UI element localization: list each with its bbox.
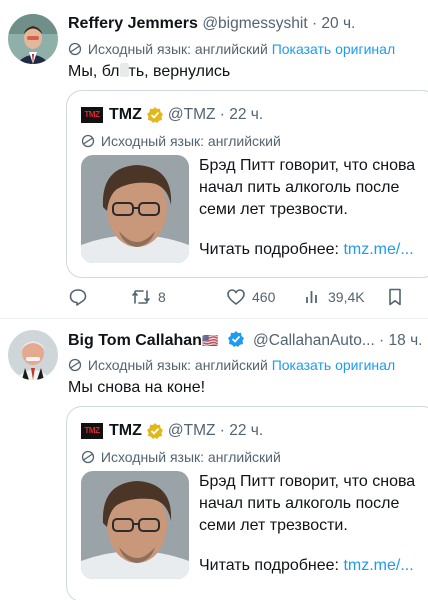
tweet-text: Мы, бл ть, вернулись: [68, 62, 230, 82]
views-count: 39,4K: [328, 289, 365, 305]
quote-translation-notice: Исходный язык: английский: [81, 133, 281, 149]
article-thumbnail[interactable]: [81, 471, 189, 579]
like-count: 460: [252, 289, 276, 305]
views-icon: [306, 291, 317, 303]
author-name[interactable]: Big Tom Callahan: [68, 332, 202, 349]
translation-notice: Исходный язык: английский Показать ориги…: [68, 356, 395, 374]
tweet-header: Reffery Jemmers @bigmessyshit · 20 ч.: [68, 14, 355, 34]
verified-badge-icon: [146, 423, 163, 439]
quote-translation-notice: Исходный язык: английский: [81, 449, 281, 465]
tweet[interactable]: Big Tom Callahan🇺🇸 @CallahanAuto... · 18…: [0, 318, 428, 600]
bookmark-icon: [389, 288, 401, 306]
quote-line: начал пить алкоголь после: [199, 495, 400, 512]
read-more: Читать подробнее: tmz.me/...: [199, 557, 414, 575]
tweet-text-start: Мы, бл: [68, 63, 120, 80]
translation-notice: Исходный язык: английский Показать ориги…: [68, 40, 395, 58]
tmz-logo: TMZ: [81, 423, 103, 439]
us-flag-icon: 🇺🇸: [201, 333, 219, 348]
globe-icon: [68, 42, 82, 56]
retweet-count: 8: [158, 289, 166, 305]
article-thumbnail[interactable]: [81, 155, 189, 263]
read-more-link[interactable]: tmz.me/...: [343, 557, 413, 574]
read-more: Читать подробнее: tmz.me/...: [199, 241, 414, 259]
tweet-text-end: ть, вернулись: [128, 63, 231, 80]
quote-author-name[interactable]: TMZ: [109, 421, 142, 441]
views-button[interactable]: 39,4K: [304, 286, 365, 308]
verified-badge-icon: [146, 107, 163, 123]
quote-text: Брэд Питт говорит, что снова начал пить …: [199, 155, 415, 221]
quote-header: TMZ TMZ @TMZ · 22 ч.: [81, 105, 263, 125]
tweet-actions: 8 460 39,4K: [68, 286, 408, 308]
read-more-label: Читать подробнее:: [199, 241, 339, 258]
heart-icon: [227, 289, 245, 305]
globe-icon: [68, 358, 82, 372]
tweet[interactable]: Reffery Jemmers @bigmessyshit · 20 ч. Ис…: [0, 0, 428, 318]
translation-label: Исходный язык: английский: [87, 41, 268, 57]
censor-mark: [119, 63, 129, 77]
translation-label: Исходный язык: английский: [87, 357, 268, 373]
author-handle-time[interactable]: @bigmessyshit · 20 ч.: [202, 15, 355, 32]
show-original-link[interactable]: Показать оригинал: [272, 357, 395, 373]
author-name[interactable]: Reffery Jemmers: [68, 15, 198, 32]
quote-handle-time[interactable]: @TMZ · 22 ч.: [168, 105, 263, 125]
retweet-icon: [132, 290, 150, 304]
verified-badge-icon: [227, 331, 244, 347]
tweet-header: Big Tom Callahan🇺🇸 @CallahanAuto... · 18…: [68, 330, 422, 351]
reply-icon: [69, 289, 87, 306]
retweet-button[interactable]: 8: [130, 286, 166, 308]
quote-header: TMZ TMZ @TMZ · 22 ч.: [81, 421, 263, 441]
read-more-link[interactable]: tmz.me/...: [343, 241, 413, 258]
reply-button[interactable]: [68, 286, 88, 308]
quote-author-name[interactable]: TMZ: [109, 105, 142, 125]
show-original-link[interactable]: Показать оригинал: [272, 41, 395, 57]
quote-text: Брэд Питт говорит, что снова начал пить …: [199, 471, 415, 537]
quote-line: начал пить алкоголь после: [199, 179, 400, 196]
avatar[interactable]: [8, 330, 58, 380]
quote-line: семи лет трезвости.: [199, 201, 348, 218]
quote-line: Брэд Питт говорит, что снова: [199, 157, 416, 174]
quote-translation-label: Исходный язык: английский: [100, 133, 281, 149]
avatar[interactable]: [8, 14, 58, 64]
quote-line: Брэд Питт говорит, что снова: [199, 473, 416, 490]
tweet-text: Мы снова на коне!: [68, 379, 206, 396]
quote-translation-label: Исходный язык: английский: [100, 449, 281, 465]
tmz-logo: TMZ: [81, 107, 103, 123]
quote-line: семи лет трезвости.: [199, 517, 348, 534]
globe-icon: [81, 450, 95, 464]
globe-icon: [81, 134, 95, 148]
quoted-tweet[interactable]: TMZ TMZ @TMZ · 22 ч. Исходный язык: англ…: [66, 90, 428, 278]
quoted-tweet[interactable]: TMZ TMZ @TMZ · 22 ч. Исходный язык: англ…: [66, 406, 428, 600]
author-handle-time[interactable]: @CallahanAuto... · 18 ч.: [253, 332, 422, 349]
quote-handle-time[interactable]: @TMZ · 22 ч.: [168, 421, 263, 441]
bookmark-button[interactable]: [386, 286, 404, 308]
like-button[interactable]: 460: [226, 286, 275, 308]
read-more-label: Читать подробнее:: [199, 557, 339, 574]
